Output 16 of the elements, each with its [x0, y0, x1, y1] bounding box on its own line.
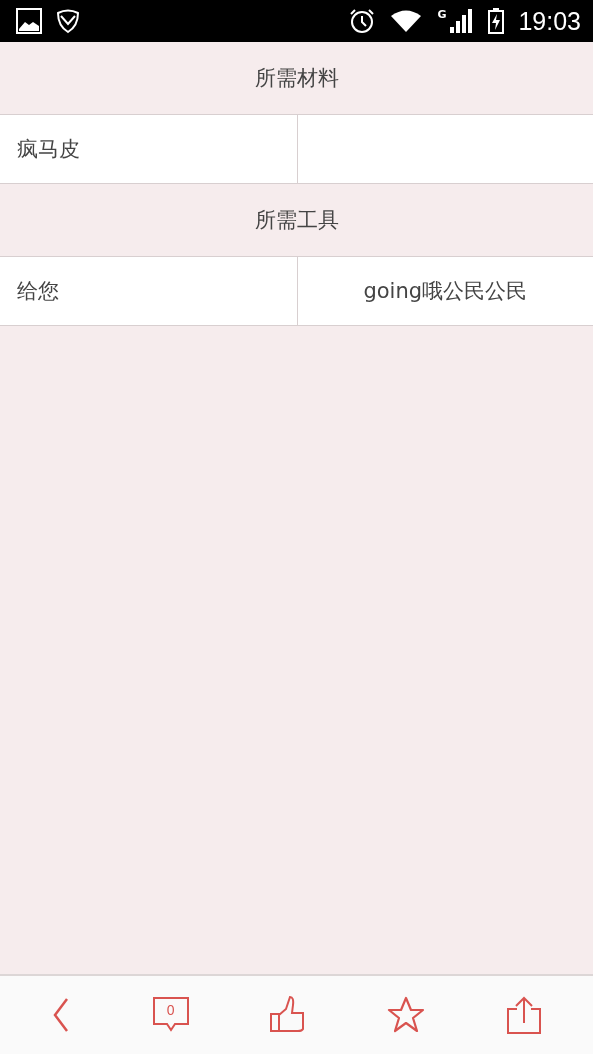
table-cell-text: 疯马皮	[16, 136, 81, 163]
image-icon	[16, 8, 42, 34]
signal-icon	[450, 9, 475, 33]
comment-count: 0	[165, 1002, 176, 1018]
star-icon	[386, 995, 427, 1035]
table-cell: going哦公民公民	[296, 257, 593, 325]
comment-button[interactable]: 0	[146, 991, 195, 1039]
table-cell-text: 给您	[16, 278, 60, 305]
section-title: 所需材料	[254, 65, 339, 92]
section-title: 所需工具	[254, 207, 339, 234]
clock-time: 19:03	[518, 6, 581, 36]
wifi-icon	[389, 8, 424, 34]
network-type: G	[437, 8, 447, 21]
alarm-icon	[349, 8, 376, 34]
shield-icon	[56, 8, 80, 34]
battery-icon	[488, 8, 505, 34]
